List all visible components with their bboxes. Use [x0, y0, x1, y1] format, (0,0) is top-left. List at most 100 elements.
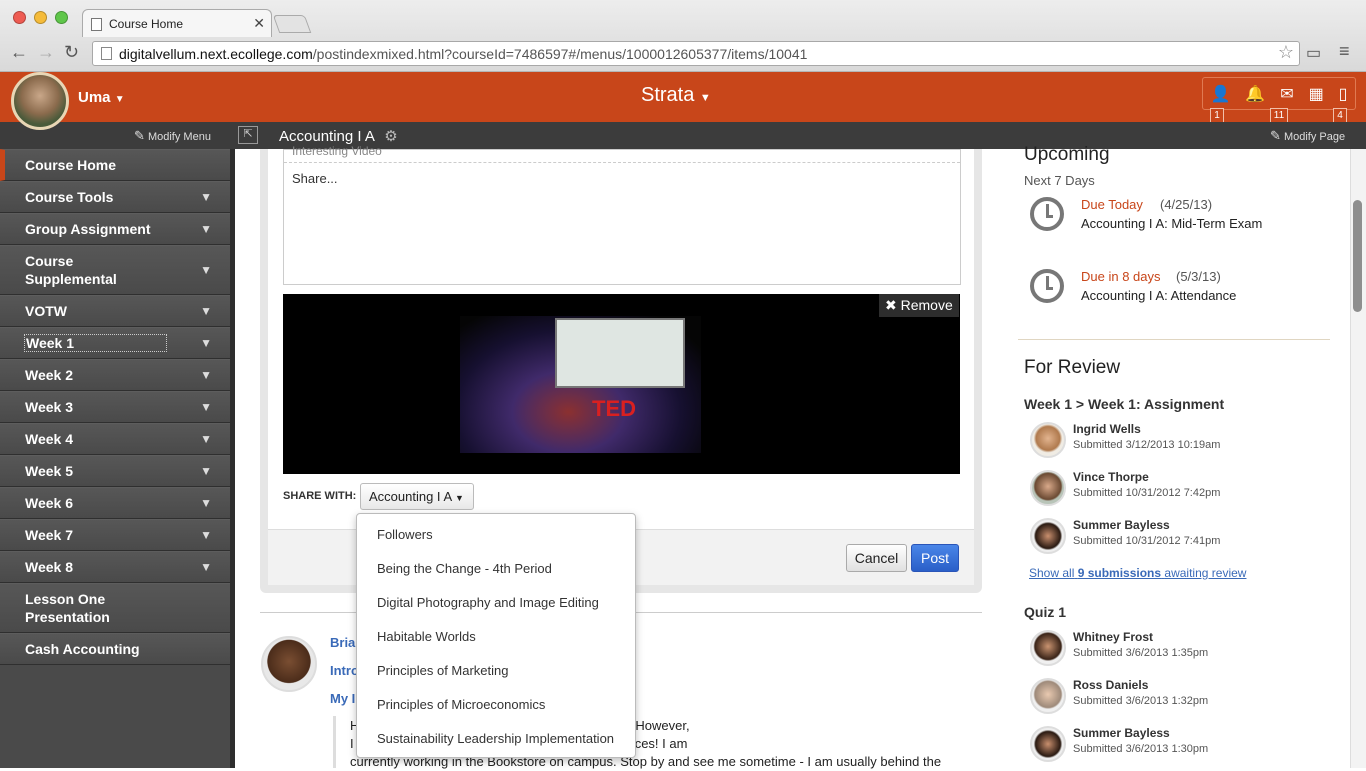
sidebar-item-label: Week 7: [25, 527, 73, 543]
avatar: [1030, 630, 1066, 666]
submitter-name[interactable]: Ross Daniels: [1073, 678, 1148, 692]
show-all-submissions-link[interactable]: Show all 9 submissions awaiting review: [1029, 566, 1246, 580]
zoom-window-button[interactable]: [55, 11, 68, 24]
quote-bar: [333, 716, 336, 768]
sidebar-item-course-tools[interactable]: Course Tools ▼: [0, 181, 230, 213]
notification-bell-icon[interactable]: 🔔: [1245, 84, 1265, 104]
avatar: [1030, 470, 1066, 506]
sidebar-item-group-assignment[interactable]: Group Assignment ▼: [0, 213, 230, 245]
window-controls: [13, 11, 68, 24]
calendar-icon[interactable]: ▦: [1309, 84, 1324, 104]
avatar[interactable]: [11, 72, 69, 130]
share-option-principles-microeconomics[interactable]: Principles of Microeconomics: [377, 697, 545, 712]
mail-icon[interactable]: ✉: [1280, 84, 1293, 104]
app-switcher[interactable]: Strata ▼: [641, 84, 711, 107]
share-option-digital-photography[interactable]: Digital Photography and Image Editing: [377, 595, 599, 610]
chevron-down-icon: ▼: [200, 368, 212, 382]
chevron-down-icon: ▼: [200, 560, 212, 574]
sidebar-item-cash-accounting[interactable]: Cash Accounting: [0, 633, 230, 665]
page-icon: [101, 47, 112, 60]
submitter-name[interactable]: Vince Thorpe: [1073, 470, 1149, 484]
ted-logo: TED: [592, 396, 636, 421]
event-link[interactable]: Accounting I A: Mid-Term Exam: [1081, 216, 1262, 231]
back-icon[interactable]: ←: [10, 42, 28, 63]
sidebar-item-course-home[interactable]: Course Home: [0, 149, 230, 181]
sidebar-item-label: Week 6: [25, 495, 73, 511]
url-path: /postindexmixed.html?courseId=7486597#/m…: [312, 46, 808, 62]
close-tab-icon[interactable]: ✕: [253, 15, 265, 32]
share-textarea[interactable]: Interesting Video Share...: [283, 144, 961, 285]
remove-button[interactable]: ✖ Remove: [879, 294, 959, 317]
sidebar-item-week-5[interactable]: Week 5 ▼: [0, 455, 230, 487]
share-option-principles-marketing[interactable]: Principles of Marketing: [377, 663, 509, 678]
browser-tab[interactable]: Course Home ✕: [82, 9, 272, 37]
modify-menu-button[interactable]: ✎ Modify Menu: [134, 128, 211, 144]
sidebar-item-week-1[interactable]: Week 1 ▼: [0, 327, 230, 359]
submission-date: Submitted 3/6/2013 1:30pm: [1073, 743, 1209, 755]
user-menu[interactable]: Uma ▼: [78, 89, 125, 106]
share-option-sustainability[interactable]: Sustainability Leadership Implementation: [377, 731, 614, 746]
cast-icon[interactable]: ▭: [1306, 43, 1321, 63]
sidebar-item-course-supplemental[interactable]: Course Supplemental ▼: [0, 245, 230, 295]
avatar: [1030, 422, 1066, 458]
minimize-window-button[interactable]: [34, 11, 47, 24]
sidebar-item-week-4[interactable]: Week 4 ▼: [0, 423, 230, 455]
bookmark-star-icon[interactable]: ☆: [1278, 42, 1294, 63]
avatar: [1030, 726, 1066, 762]
show-all-count: 9 submissions: [1077, 566, 1162, 580]
share-option-being-the-change[interactable]: Being the Change - 4th Period: [377, 561, 552, 576]
sidebar-item-week-6[interactable]: Week 6 ▼: [0, 487, 230, 519]
forward-icon[interactable]: →: [37, 42, 55, 63]
scrollbar-thumb[interactable]: [1353, 200, 1362, 312]
menu-icon[interactable]: ≡: [1339, 41, 1350, 62]
feed-link[interactable]: My I: [330, 691, 355, 706]
post-button[interactable]: Post: [911, 544, 959, 572]
avatar: [1030, 518, 1066, 554]
modify-page-button[interactable]: ✎ Modify Page: [1270, 128, 1345, 144]
document-icon[interactable]: ▯: [1339, 84, 1348, 104]
video-stage-screen: [555, 318, 685, 388]
due-label: Due in 8 days: [1081, 269, 1161, 284]
sidebar-item-week-7[interactable]: Week 7 ▼: [0, 519, 230, 551]
sidebar-item-week-8[interactable]: Week 8 ▼: [0, 551, 230, 583]
share-option-habitable-worlds[interactable]: Habitable Worlds: [377, 629, 476, 644]
submission-date: Submitted 3/6/2013 1:32pm: [1073, 695, 1209, 707]
close-window-button[interactable]: [13, 11, 26, 24]
caret-down-icon: ▼: [455, 493, 464, 503]
share-option-followers[interactable]: Followers: [377, 527, 433, 542]
reload-icon[interactable]: ↻: [64, 42, 79, 63]
submitter-name[interactable]: Summer Bayless: [1073, 518, 1170, 532]
profile-icon[interactable]: 👤: [1210, 84, 1230, 104]
sidebar-item-week-2[interactable]: Week 2 ▼: [0, 359, 230, 391]
tab-title: Course Home: [109, 17, 184, 31]
pencil-icon: ✎: [1270, 128, 1281, 143]
due-date: (5/3/13): [1176, 269, 1221, 284]
sidebar-item-label: Week 5: [25, 463, 73, 479]
sidebar-item-lesson-one[interactable]: Lesson One Presentation: [0, 583, 230, 633]
share-with-select[interactable]: Accounting I A ▼: [360, 483, 474, 510]
event-link[interactable]: Accounting I A: Attendance: [1081, 288, 1236, 303]
profile-badge: 1: [1210, 108, 1224, 123]
url-host: digitalvellum.next.ecollege.com: [119, 46, 313, 62]
chevron-down-icon: ▼: [200, 464, 212, 478]
cancel-button[interactable]: Cancel: [846, 544, 907, 572]
avatar: [1030, 678, 1066, 714]
due-date: (4/25/13): [1160, 197, 1213, 212]
avatar[interactable]: [261, 636, 317, 692]
sidebar-item-label: Week 8: [25, 559, 73, 575]
header-toolbar: 👤 🔔 ✉ ▦ ▯: [1202, 77, 1356, 110]
feed-link[interactable]: Intro: [330, 663, 359, 678]
review-group-title: Week 1 > Week 1: Assignment: [1024, 396, 1225, 412]
chevron-down-icon: ▼: [200, 432, 212, 446]
sidebar-item-votw[interactable]: VOTW ▼: [0, 295, 230, 327]
sidebar-item-week-3[interactable]: Week 3 ▼: [0, 391, 230, 423]
collapse-sidebar-icon[interactable]: ⇱: [238, 126, 258, 144]
share-with-value: Accounting I A: [369, 489, 452, 504]
new-tab-button[interactable]: [272, 15, 312, 33]
submitter-name[interactable]: Whitney Frost: [1073, 630, 1153, 644]
gear-icon[interactable]: ⚙: [384, 128, 397, 145]
address-bar[interactable]: digitalvellum.next.ecollege.com/postinde…: [92, 41, 1300, 66]
submitter-name[interactable]: Summer Bayless: [1073, 726, 1170, 740]
submitter-name[interactable]: Ingrid Wells: [1073, 422, 1141, 436]
course-title[interactable]: Accounting I A ⚙: [279, 127, 398, 145]
